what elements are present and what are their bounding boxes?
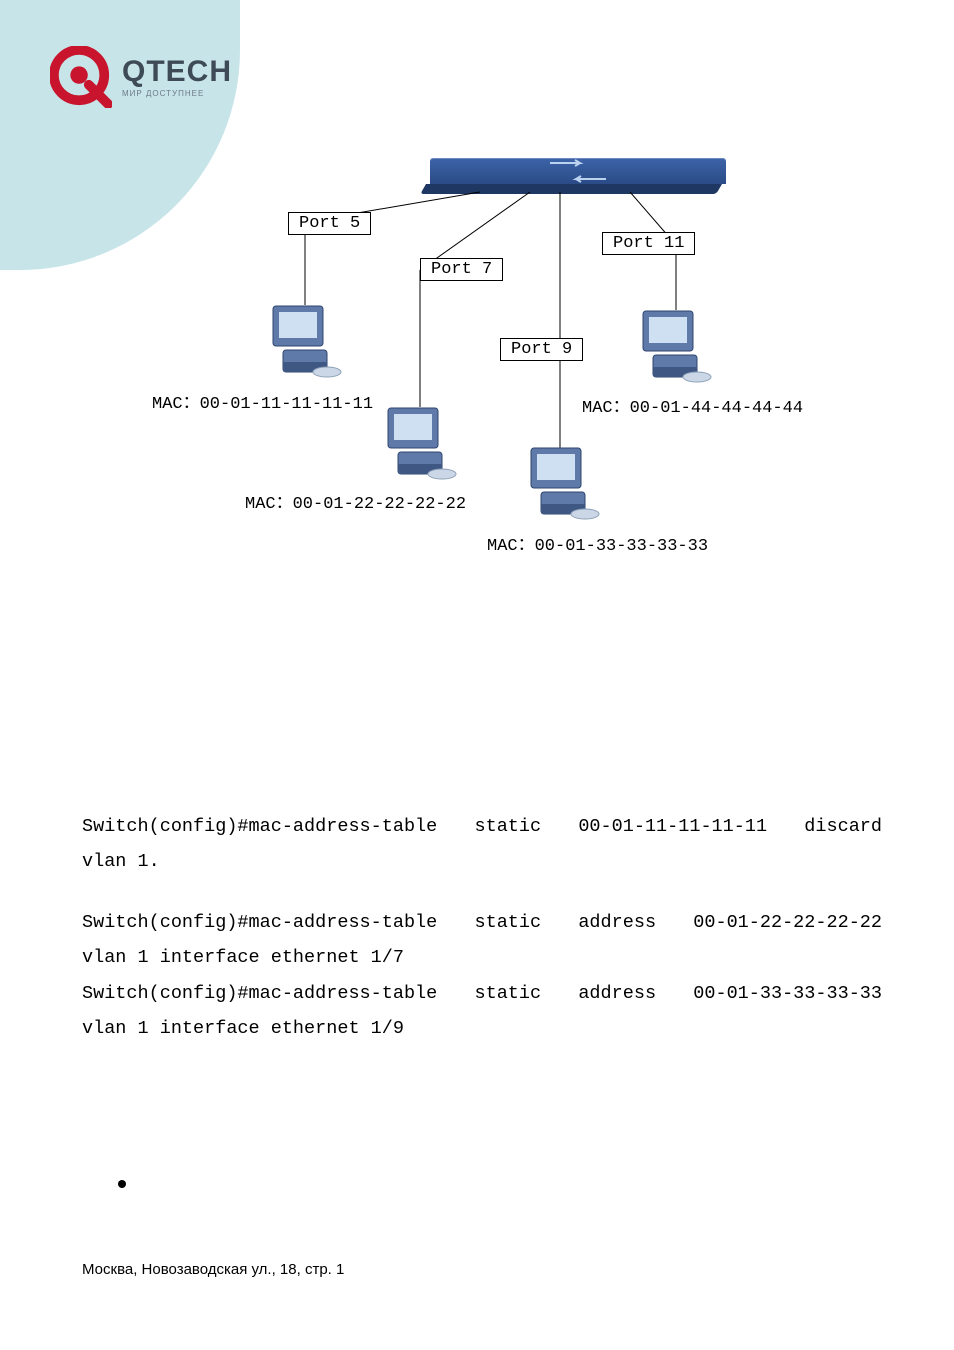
code-l2: vlan 1. [82, 851, 160, 872]
code-l1b: static [474, 809, 541, 844]
mac1-label: MAC：00-01-11-11-11-11 [152, 388, 373, 414]
code-l6: vlan 1 interface ethernet 1/9 [82, 1018, 404, 1039]
code-l5a: Switch(config)#mac-address-table [82, 976, 437, 1011]
code-l3a: Switch(config)#mac-address-table [82, 905, 437, 940]
pc4-icon [635, 305, 715, 385]
mac2-label: MAC：00-01-22-22-22-22 [245, 488, 466, 514]
code-l4: vlan 1 interface ethernet 1/7 [82, 947, 404, 968]
logo-mark-icon [50, 46, 112, 108]
pc3-icon [523, 442, 603, 522]
config-code-block: Switch(config)#mac-address-table static … [82, 809, 882, 1046]
code-l5c: address [578, 976, 656, 1011]
code-l5b: static [474, 976, 541, 1011]
port11-label: Port 11 [602, 232, 695, 255]
network-diagram: Port 5 Port 7 Port 9 Port 11 [130, 150, 830, 590]
code-l3c: address [578, 905, 656, 940]
code-l1d: discard [804, 809, 882, 844]
logo-name: QTECH [122, 57, 232, 87]
logo-tagline: МИР ДОСТУПНЕЕ [122, 89, 232, 98]
port5-label: Port 5 [288, 212, 371, 235]
mac3-label: MAC：00-01-33-33-33-33 [487, 530, 708, 556]
code-l1a: Switch(config)#mac-address-table [82, 809, 437, 844]
code-l1c: 00-01-11-11-11-11 [578, 809, 767, 844]
footer-address: Москва, Новозаводская ул., 18, стр. 1 [82, 1261, 344, 1278]
port9-label: Port 9 [500, 338, 583, 361]
pc2-icon [380, 402, 460, 482]
code-l3d: 00-01-22-22-22-22 [693, 905, 882, 940]
pc1-icon [265, 300, 345, 380]
port7-label: Port 7 [420, 258, 503, 281]
code-l3b: static [474, 905, 541, 940]
bullet-icon [118, 1180, 126, 1188]
mac4-label: MAC：00-01-44-44-44-44 [582, 392, 803, 418]
wires-icon [130, 150, 830, 590]
code-l5d: 00-01-33-33-33-33 [693, 976, 882, 1011]
brand-logo: QTECH МИР ДОСТУПНЕЕ [50, 42, 220, 112]
